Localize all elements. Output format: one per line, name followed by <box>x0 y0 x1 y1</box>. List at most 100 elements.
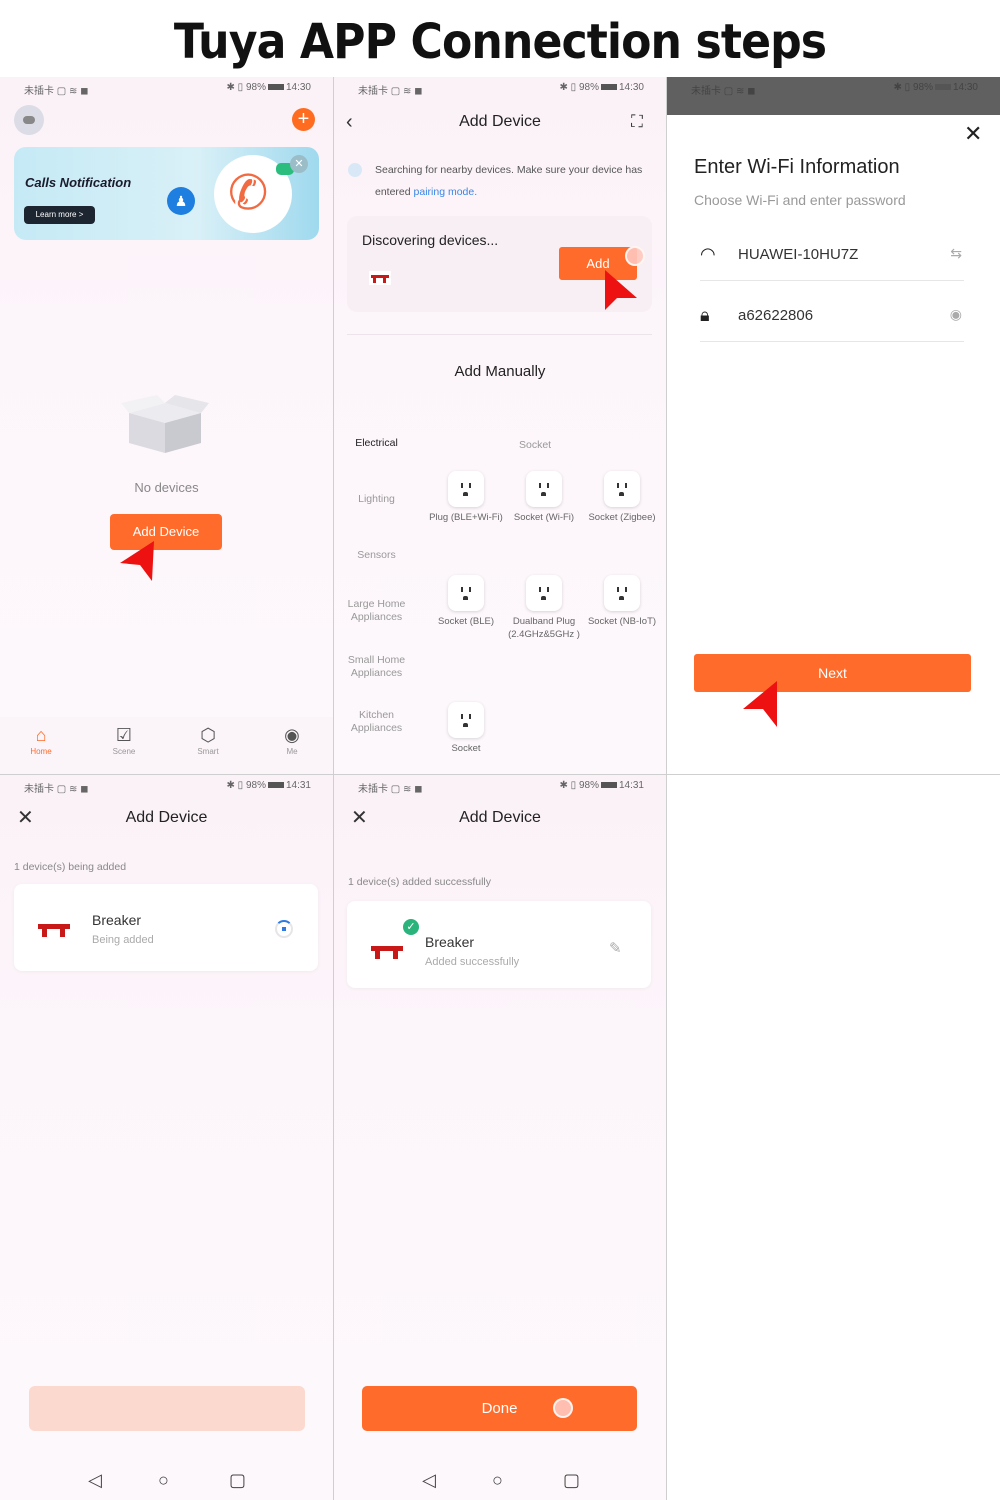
wifi-sheet: ✕ Enter Wi-Fi Information Choose Wi-Fi a… <box>667 115 1000 774</box>
empty-box-illustration <box>121 395 209 453</box>
check-square-icon: ☑ <box>115 725 133 745</box>
device-type-item[interactable]: Socket (Zigbee) <box>584 471 660 524</box>
device-type-item[interactable]: Socket (Wi-Fi) <box>506 471 582 524</box>
pointer-arrow-icon <box>605 270 637 310</box>
nav-back-icon[interactable]: ◁ <box>88 1470 102 1490</box>
add-device-screen: 未插卡 ▢ ≋ ◼ ✱ ▯ 98% 14:30 ‹ Add Device ⛶ Se… <box>334 77 666 774</box>
pointer-arrow-icon <box>743 681 777 727</box>
battery-icon <box>267 84 284 91</box>
device-type-item[interactable]: Plug (BLE+Wi-Fi) <box>428 471 504 524</box>
dimmed-background: 未插卡 ▢ ≋ ◼ ✱ ▯ 98% 14:30 <box>667 77 1000 115</box>
nav-recents-icon[interactable]: ▢ <box>229 1470 246 1490</box>
device-status: Being added <box>92 934 154 946</box>
add-manually-heading: Add Manually <box>454 363 546 380</box>
clock-text: 14:31 <box>618 780 644 791</box>
socket-icon <box>526 575 562 611</box>
tab-scene[interactable]: ☑ Scene <box>94 723 154 756</box>
tab-bar: ⌂ Home ☑ Scene ⬡ Smart ◉ Me <box>0 717 333 774</box>
close-icon[interactable]: ✕ <box>290 155 308 173</box>
device-type-item[interactable]: Socket (NB-IoT) <box>584 575 660 628</box>
screen-title: Add Device <box>459 113 541 130</box>
clock-text: 14:30 <box>952 82 978 93</box>
battery-text: 98% <box>578 780 599 791</box>
category-lighting[interactable]: Lighting <box>334 493 419 506</box>
search-hint: Searching for nearby devices. Make sure … <box>375 164 643 198</box>
device-status: Added successfully <box>425 956 520 968</box>
screen-title: Add Device <box>459 809 541 826</box>
screen-title: Add Device <box>125 809 208 826</box>
battery-icon <box>267 782 284 789</box>
tab-me[interactable]: ◉ Me <box>262 723 322 756</box>
breaker-image <box>369 941 405 961</box>
learn-more-button[interactable]: Learn more > <box>24 206 95 224</box>
person-icon: ◉ <box>284 725 300 745</box>
category-small-home-appliances[interactable]: Small Home Appliances <box>334 654 419 680</box>
clock-text: 14:31 <box>285 780 311 791</box>
nav-home-icon[interactable]: ○ <box>158 1470 169 1490</box>
added-screen: 未插卡 ▢ ≋ ◼ ✱ ▯ 98% 14:31 ✕ Add Device 1 de… <box>334 775 666 1500</box>
password-value: a62622806 <box>738 307 814 324</box>
category-sensors[interactable]: Sensors <box>334 549 419 562</box>
success-note: 1 device(s) added successfully <box>348 876 491 888</box>
device-type-item[interactable]: Dualband Plug (2.4GHz&5GHz ) <box>506 575 582 641</box>
carrier-text: 未插卡 <box>691 86 721 97</box>
wifi-screen: 未插卡 ▢ ≋ ◼ ✱ ▯ 98% 14:30 ✕ Enter Wi-Fi Inf… <box>667 77 1000 774</box>
device-type-item[interactable]: Socket <box>428 702 504 755</box>
wifi-password-field[interactable]: 🔒︎ a62622806 ◉ <box>700 291 964 342</box>
device-card: Breaker Being added <box>14 884 318 971</box>
discovering-text: Discovering devices... <box>362 232 499 248</box>
close-icon[interactable]: ✕ <box>964 121 982 147</box>
category-kitchen-appliances[interactable]: Kitchen Appliances <box>334 709 419 735</box>
progress-note: 1 device(s) being added <box>14 861 127 873</box>
bell-icon: ♟ <box>167 187 195 215</box>
battery-text: 98% <box>578 82 599 93</box>
loading-spinner-icon <box>275 920 293 938</box>
avatar[interactable] <box>14 105 44 135</box>
device-name: Breaker <box>425 934 475 950</box>
system-nav-bar: ◁ ○ ▢ <box>0 1470 333 1490</box>
carrier-text: 未插卡 <box>24 784 54 795</box>
status-bar: 未插卡 ▢ ≋ ◼ ✱ ▯ 98% 14:31 <box>358 780 644 795</box>
nav-recents-icon[interactable]: ▢ <box>563 1470 580 1490</box>
calls-notification-banner[interactable]: Calls Notification Learn more > ♟ ✆ ✕ <box>14 147 319 240</box>
battery-text: 98% <box>912 82 933 93</box>
category-large-home-appliances[interactable]: Large Home Appliances <box>334 598 419 624</box>
clock-text: 14:30 <box>285 82 311 93</box>
switch-network-icon[interactable]: ⇆ <box>950 245 962 262</box>
home-icon: ⌂ <box>35 725 47 745</box>
socket-icon <box>448 471 484 507</box>
empty-state-text: No devices <box>134 480 199 495</box>
discovered-devices-card: Discovering devices... Add <box>347 216 652 312</box>
pointer-arrow-icon <box>120 541 154 581</box>
home-screen: 未插卡 ▢ ≋ ◼ ✱ ▯ 98% 14:30 + Calls Notificat… <box>0 77 333 774</box>
wifi-ssid-field[interactable]: ◠ HUAWEI-10HU7Z ⇆ <box>700 230 964 281</box>
device-type-item[interactable]: Socket (BLE) <box>428 575 504 628</box>
adding-screen: 未插卡 ▢ ≋ ◼ ✱ ▯ 98% 14:31 ✕ Add Device 1 de… <box>0 775 333 1500</box>
nav-home-icon[interactable]: ○ <box>492 1470 503 1490</box>
eye-icon[interactable]: ◉ <box>950 306 962 323</box>
divider <box>347 334 652 335</box>
edit-icon[interactable]: ✎ <box>609 939 622 957</box>
nav-back-icon[interactable]: ◁ <box>422 1470 436 1490</box>
done-button[interactable]: Done <box>362 1386 637 1431</box>
socket-icon <box>604 575 640 611</box>
system-nav-bar: ◁ ○ ▢ <box>334 1470 666 1490</box>
pairing-mode-link[interactable]: pairing mode. <box>414 186 478 198</box>
tab-home[interactable]: ⌂ Home <box>11 723 71 756</box>
category-electrical[interactable]: Electrical <box>334 437 419 450</box>
socket-icon <box>526 471 562 507</box>
tab-smart[interactable]: ⬡ Smart <box>178 723 238 756</box>
battery-text: 98% <box>245 82 266 93</box>
scan-icon[interactable]: ⛶ <box>631 112 643 132</box>
next-button[interactable]: Next <box>694 654 971 692</box>
cube-icon: ⬡ <box>200 725 216 745</box>
success-check-icon: ✓ <box>403 919 419 935</box>
carrier-text: 未插卡 <box>358 86 388 97</box>
device-name: Breaker <box>92 912 142 928</box>
battery-text: 98% <box>245 780 266 791</box>
battery-icon <box>600 84 617 91</box>
socket-icon <box>448 575 484 611</box>
lock-icon: 🔒︎ <box>700 305 710 325</box>
tap-indicator <box>625 246 645 266</box>
plus-icon[interactable]: + <box>292 108 315 131</box>
